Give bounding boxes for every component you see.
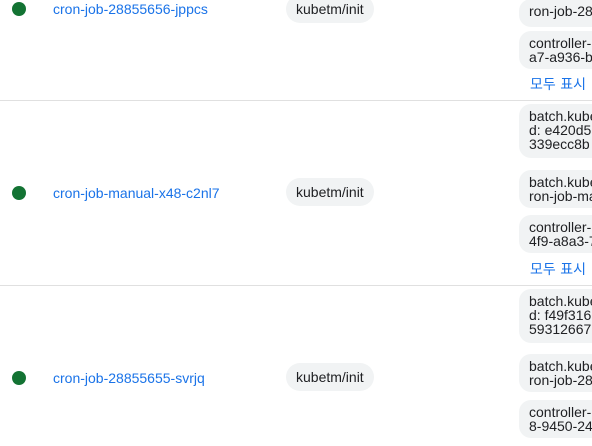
table-row: cron-job-28855656-jppcs kubetm/init ron-… — [0, 0, 592, 101]
status-ok-icon — [12, 2, 26, 16]
label-chip: batch.kube ron-job-28 — [519, 354, 592, 392]
label-chip: ron-job-28 — [519, 0, 592, 27]
show-all-labels-link[interactable]: 모두 표시 — [530, 261, 586, 279]
pod-name-link[interactable]: cron-job-manual-x48-c2nl7 — [53, 184, 220, 202]
table-row: cron-job-28855655-svrjq kubetm/init batc… — [0, 286, 592, 446]
show-all-labels-link[interactable]: 모두 표시 — [530, 76, 586, 94]
namespace-chip: kubetm/init — [286, 178, 374, 206]
label-chip: controller- 4f9-a8a3-7 — [519, 215, 592, 253]
table-row: cron-job-manual-x48-c2nl7 kubetm/init ba… — [0, 101, 592, 286]
label-chip: controller- 8-9450-24 — [519, 400, 592, 438]
status-ok-icon — [12, 186, 26, 200]
pod-name-link[interactable]: cron-job-28855655-svrjq — [53, 369, 205, 387]
label-chip: batch.kube ron-job-ma — [519, 170, 592, 208]
label-chip: batch.kube d: f49f316 59312667 — [519, 289, 592, 343]
namespace-chip: kubetm/init — [286, 0, 374, 23]
label-chip: batch.kube d: e420d5 339ecc8b — [519, 104, 592, 158]
pod-name-link[interactable]: cron-job-28855656-jppcs — [53, 0, 208, 18]
label-chip: controller- a7-a936-b — [519, 31, 592, 69]
namespace-chip: kubetm/init — [286, 363, 374, 391]
status-ok-icon — [12, 371, 26, 385]
